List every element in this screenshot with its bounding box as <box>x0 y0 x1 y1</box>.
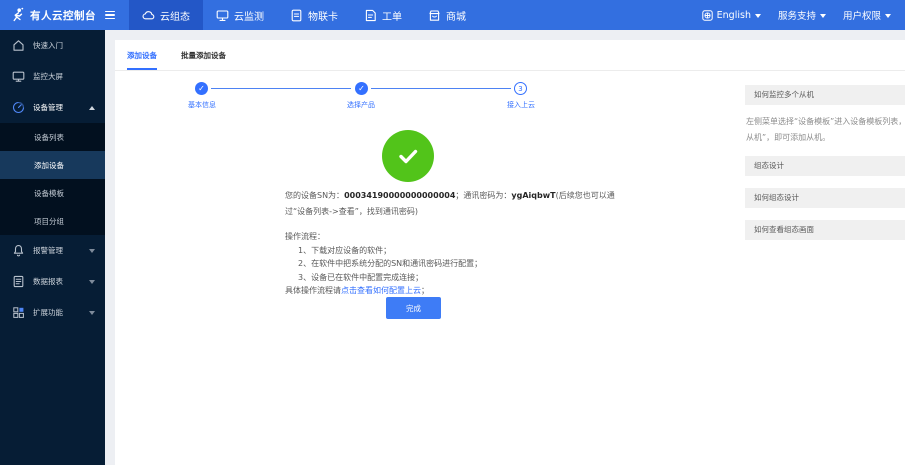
step2-label: 选择产品 <box>326 100 396 110</box>
language-label: English <box>717 10 751 21</box>
nav-item-work-order[interactable]: 工单 <box>351 0 415 30</box>
permission-dropdown[interactable]: 用户权限 <box>843 8 891 22</box>
header-right: English 服务支持 用户权限 <box>702 0 905 30</box>
step3-current-badge: 3 <box>514 82 527 95</box>
nav-item-label: 商城 <box>446 8 466 23</box>
chevron-down-icon <box>820 14 826 18</box>
success-check-icon <box>382 130 434 182</box>
detail-prefix: 具体操作流程请 <box>285 286 341 295</box>
bell-icon <box>12 244 25 257</box>
faq-item-how-to-scada-design[interactable]: 如何组态设计 <box>745 188 905 208</box>
sidebar: 快速入门 监控大屏 设备管理 设备列表 添加设备 设备模板 项目分组 报警管理 … <box>0 30 105 465</box>
sidebar-item-quick-start[interactable]: 快速入门 <box>0 30 105 61</box>
hamburger-menu-icon[interactable] <box>105 11 115 20</box>
logo-running-person-icon <box>9 7 25 23</box>
top-header: 有人云控制台 云组态 云监测 物联卡 工单 商城 English <box>0 0 905 30</box>
sidebar-item-monitor-screen[interactable]: 监控大屏 <box>0 61 105 92</box>
sidebar-item-device-list[interactable]: 设备列表 <box>0 123 105 151</box>
sidebar-item-label: 扩展功能 <box>33 307 63 318</box>
nav-item-label: 工单 <box>382 8 402 23</box>
brand: 有人云控制台 <box>0 0 123 30</box>
nav-item-cloud-scada[interactable]: 云组态 <box>129 0 203 30</box>
flow-step: 2、在软件中把系统分配的SN和通讯密码进行配置； <box>285 257 617 271</box>
home-icon <box>12 39 25 52</box>
globe-language-icon <box>702 10 713 21</box>
result-info: 您的设备SN为：00034190000000000004；通讯密码为：ygAiq… <box>285 188 617 298</box>
operation-flow: 操作流程： 1、下载对应设备的软件； 2、在软件中把系统分配的SN和通讯密码进行… <box>285 230 617 298</box>
sidebar-item-label: 数据报表 <box>33 276 63 287</box>
step3-label: 接入上云 <box>486 100 556 110</box>
step-connector-line <box>371 88 511 89</box>
finish-button[interactable]: 完成 <box>386 297 441 319</box>
grid-apps-icon <box>12 306 25 319</box>
tab-add-device[interactable]: 添加设备 <box>127 50 157 70</box>
sim-card-icon <box>290 9 303 22</box>
storefront-icon <box>428 9 441 22</box>
config-guide-link[interactable]: 点击查看如何配置上云 <box>341 286 421 295</box>
sidebar-item-label: 设备模板 <box>34 188 64 199</box>
sidebar-item-device-management[interactable]: 设备管理 <box>0 92 105 123</box>
comm-password-value: ygAiqbwT <box>511 191 555 200</box>
sidebar-item-label: 监控大屏 <box>33 71 63 82</box>
chevron-down-icon <box>755 14 761 18</box>
sidebar-item-label: 快速入门 <box>33 40 63 51</box>
faq-panel: 如何监控多个从机 左侧菜单选择“设备模板”进入设备模板列表，选择“编辑”，点击“… <box>745 85 905 252</box>
nav-item-label: 云监测 <box>234 8 264 23</box>
permission-label: 用户权限 <box>843 8 881 22</box>
sidebar-item-label: 设备列表 <box>34 132 64 143</box>
sidebar-item-label: 设备管理 <box>33 102 63 113</box>
device-sn-value: 00034190000000000004 <box>344 191 455 200</box>
main-card: 添加设备 批量添加设备 ✓ ✓ 3 基本信息 选择产品 接入上云 您的设备SN为… <box>115 40 905 465</box>
sidebar-item-label: 项目分组 <box>34 216 64 227</box>
password-label: ；通讯密码为： <box>455 191 511 200</box>
flow-detail-line: 具体操作流程请点击查看如何配置上云； <box>285 284 617 298</box>
nav-item-label: 物联卡 <box>308 8 338 23</box>
chevron-down-icon <box>885 14 891 18</box>
faq-item-view-scada-screen[interactable]: 如何查看组态画面 <box>745 220 905 240</box>
report-icon <box>12 275 25 288</box>
chevron-down-icon <box>89 311 95 315</box>
sidebar-item-alarm-management[interactable]: 报警管理 <box>0 235 105 266</box>
big-screen-icon <box>12 70 25 83</box>
faq-item-scada-design[interactable]: 组态设计 <box>745 156 905 176</box>
faq-answer-monitor-slaves: 左侧菜单选择“设备模板”进入设备模板列表，选择“编辑”，点击“添加从机”，即可添… <box>746 114 905 146</box>
chevron-up-icon <box>89 106 95 110</box>
flow-step: 3、设备已在软件中配置完成连接； <box>285 271 617 285</box>
sidebar-item-label: 添加设备 <box>34 160 64 171</box>
nav-item-cloud-monitor[interactable]: 云监测 <box>203 0 277 30</box>
cloud-icon <box>142 9 155 22</box>
sidebar-item-add-device[interactable]: 添加设备 <box>0 151 105 179</box>
tab-bar: 添加设备 批量添加设备 <box>115 40 905 71</box>
sidebar-item-extended-functions[interactable]: 扩展功能 <box>0 297 105 328</box>
support-label: 服务支持 <box>778 8 816 22</box>
nav-item-iot-card[interactable]: 物联卡 <box>277 0 351 30</box>
flow-title: 操作流程： <box>285 230 617 244</box>
sn-label: 您的设备SN为： <box>285 191 344 200</box>
device-sn-line: 您的设备SN为：00034190000000000004；通讯密码为：ygAiq… <box>285 188 617 220</box>
main-nav: 云组态 云监测 物联卡 工单 商城 <box>129 0 479 30</box>
faq-item-monitor-slaves[interactable]: 如何监控多个从机 <box>745 85 905 105</box>
device-gauge-icon <box>12 101 25 114</box>
step1-label: 基本信息 <box>167 100 237 110</box>
sidebar-item-data-report[interactable]: 数据报表 <box>0 266 105 297</box>
step-connector-line <box>211 88 351 89</box>
nav-item-mall[interactable]: 商城 <box>415 0 479 30</box>
chevron-down-icon <box>89 280 95 284</box>
support-dropdown[interactable]: 服务支持 <box>778 8 826 22</box>
language-dropdown[interactable]: English <box>702 10 761 21</box>
step1-done-check-icon: ✓ <box>195 82 208 95</box>
work-order-icon <box>364 9 377 22</box>
detail-suffix: ； <box>421 286 429 295</box>
sidebar-item-project-group[interactable]: 项目分组 <box>0 207 105 235</box>
sidebar-item-label: 报警管理 <box>33 245 63 256</box>
brand-title: 有人云控制台 <box>30 8 96 23</box>
monitor-icon <box>216 9 229 22</box>
tab-batch-add-device[interactable]: 批量添加设备 <box>181 50 226 70</box>
chevron-down-icon <box>89 249 95 253</box>
nav-item-label: 云组态 <box>160 8 190 23</box>
sidebar-item-device-template[interactable]: 设备模板 <box>0 179 105 207</box>
flow-step: 1、下载对应设备的软件； <box>285 244 617 258</box>
step2-done-check-icon: ✓ <box>355 82 368 95</box>
device-management-submenu: 设备列表 添加设备 设备模板 项目分组 <box>0 123 105 235</box>
